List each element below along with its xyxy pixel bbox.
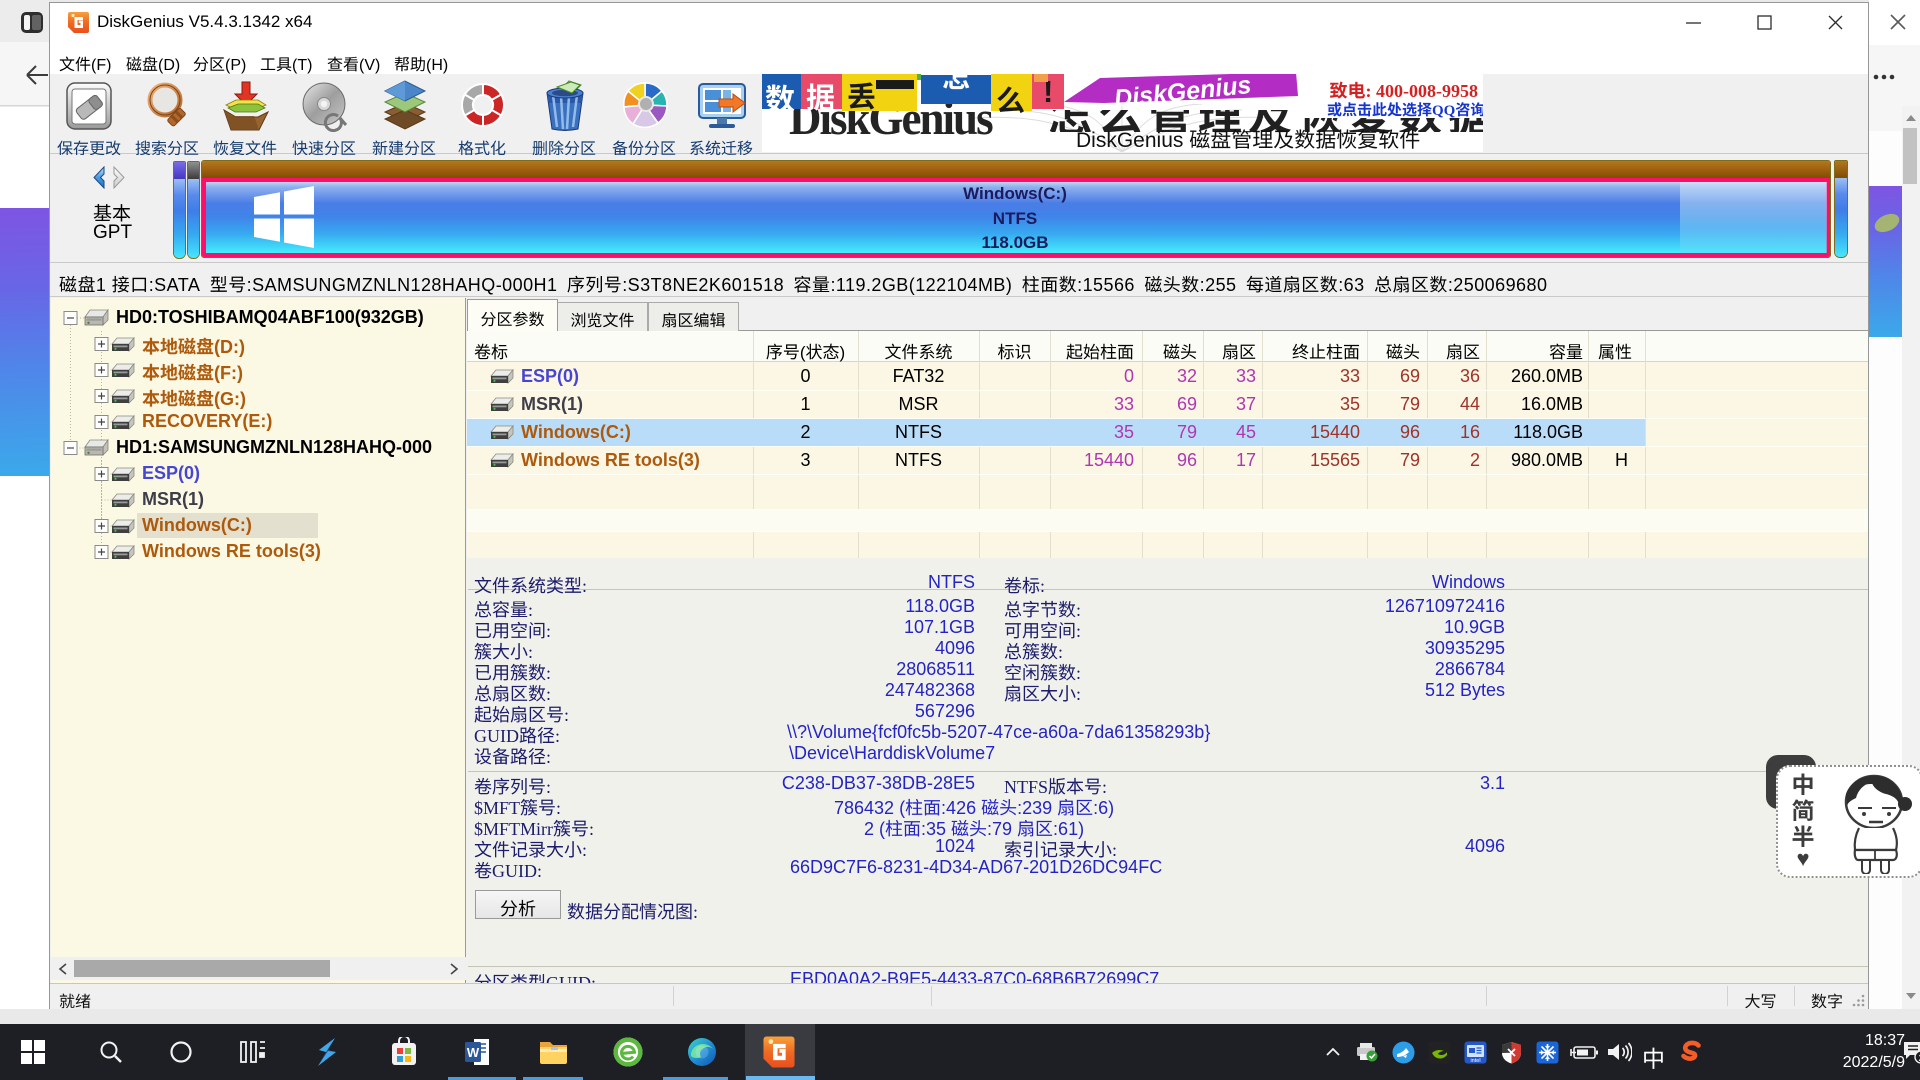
svg-text:W: W xyxy=(467,1045,480,1060)
svg-text:intel: intel xyxy=(1470,1058,1480,1064)
